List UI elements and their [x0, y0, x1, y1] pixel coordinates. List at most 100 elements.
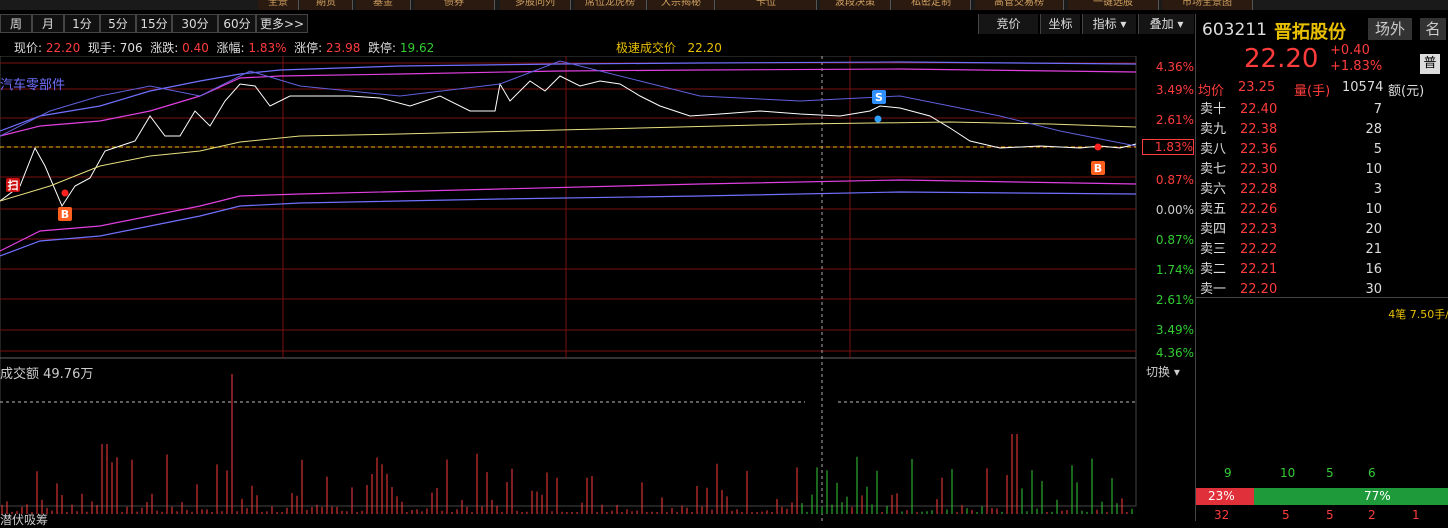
volume-hand-label: 量(手)	[1294, 84, 1331, 99]
ask-level: 卖二	[1200, 262, 1227, 277]
percent-tick: 0.87%	[1155, 233, 1194, 247]
ask-row[interactable]: 卖五 22.26 10	[1198, 200, 1448, 220]
chart-grid	[0, 56, 1137, 521]
flow-number: 9	[1224, 466, 1232, 480]
toolbar-item[interactable]: 席位龙虎榜	[574, 0, 647, 10]
flow-number: 6	[1368, 466, 1376, 480]
quote-panel: 603211 晋拓股份 场外 名 22.20 +0.40 +1.83% 普 均价…	[1195, 14, 1448, 522]
chart-tool-tab[interactable]: 竞价	[978, 14, 1038, 34]
top-toolbar: 全景 期货 基金 债券 多股同列 席位龙虎榜 大宗揭秘 卡位 波段决策 私密定制 高管交易榜 一键选股…	[0, 0, 1448, 10]
otc-tag[interactable]: 场外	[1368, 18, 1412, 40]
switch-button-top[interactable]: 切换 ▾	[1146, 363, 1180, 380]
marker-text: B	[1094, 162, 1102, 175]
toolbar-item[interactable]: 波段决策	[820, 0, 891, 10]
ask-row[interactable]: 卖八 22.36 5	[1198, 140, 1448, 160]
ask-volume: 7	[1373, 102, 1382, 117]
bottom-number: 1	[1412, 508, 1420, 522]
toolbar-item[interactable]: 基金	[356, 0, 411, 10]
toolbar-item[interactable]: 大宗揭秘	[648, 0, 715, 10]
toolbar-item[interactable]: 期货	[300, 0, 353, 10]
ask-price: 22.30	[1240, 162, 1278, 177]
toolbar-item[interactable]: 全景	[258, 0, 299, 10]
marker-buy: B	[58, 207, 72, 221]
period-tab[interactable]: 更多>>	[256, 14, 308, 33]
ask-row[interactable]: 卖九 22.38 28	[1198, 120, 1448, 140]
percent-tick: 0.87%	[1155, 173, 1194, 187]
normal-badge: 普	[1420, 54, 1440, 74]
percent-tick: 2.61%	[1155, 293, 1194, 307]
toolbar-item[interactable]: 债券	[414, 0, 495, 10]
percent-tick: 1.83%	[1142, 139, 1194, 155]
period-tab[interactable]: 60分	[218, 14, 256, 33]
ask-price: 22.21	[1240, 262, 1278, 277]
period-tab[interactable]: 月	[32, 14, 64, 33]
pct-label: 涨幅:	[216, 41, 245, 55]
ask-row[interactable]: 卖六 22.28 3	[1198, 180, 1448, 200]
volume-hand-value: 10574	[1342, 80, 1384, 95]
marker-sweep: 扫	[6, 178, 20, 192]
period-tab[interactable]: 1分	[64, 14, 100, 33]
marker-sell: S	[872, 90, 886, 104]
toolbar-item[interactable]: 私密定制	[892, 0, 971, 10]
limit-down-value: 19.62	[399, 41, 435, 55]
period-tab[interactable]: 15分	[136, 14, 172, 33]
toolbar-item[interactable]: 卡位	[716, 0, 817, 10]
percent-tick: 4.36%	[1155, 60, 1194, 74]
period-tab[interactable]: 30分	[172, 14, 218, 33]
limit-up-label: 涨停:	[294, 41, 323, 55]
lower-band-2	[0, 191, 1137, 257]
bottom-indicator-label[interactable]: 潜伏吸筹	[0, 511, 48, 528]
chart-tool-tab[interactable]: 指标 ▾	[1082, 14, 1136, 34]
ask-level: 卖八	[1200, 142, 1227, 157]
intraday-chart[interactable]: 扫 B B S	[0, 56, 1195, 521]
bottom-number: 5	[1326, 508, 1334, 522]
ask-volume: 10	[1365, 162, 1382, 177]
marker-text: S	[875, 91, 883, 104]
ask-price: 22.28	[1240, 182, 1278, 197]
toolbar-item[interactable]: 一键选股	[1068, 0, 1159, 10]
ask-volume: 20	[1365, 222, 1382, 237]
ask-price: 22.22	[1240, 242, 1278, 257]
ask-volume: 10	[1365, 202, 1382, 217]
percent-tick: 0.00%	[1155, 203, 1194, 217]
limit-up-value: 23.98	[326, 41, 361, 55]
ask-row[interactable]: 卖四 22.23 20	[1198, 220, 1448, 240]
ratio-left-label: 23%	[1208, 489, 1235, 503]
stock-code: 603211	[1202, 20, 1267, 40]
ask-row[interactable]: 卖二 22.21 16	[1198, 260, 1448, 280]
ask-level: 卖三	[1200, 242, 1227, 257]
chart-tool-tab[interactable]: 坐标	[1040, 14, 1080, 34]
chart-tool-tab[interactable]: 叠加 ▾	[1138, 14, 1194, 34]
percent-tick: 2.61%	[1155, 113, 1194, 127]
percent-tick: 3.49%	[1155, 83, 1194, 97]
toolbar-item[interactable]: 市场全景图	[1162, 0, 1253, 10]
current-price: 22.20	[1244, 44, 1319, 74]
price-pct: +1.83%	[1330, 59, 1383, 74]
ask-volume: 3	[1373, 182, 1382, 197]
ask-level: 卖七	[1200, 162, 1227, 177]
period-tab[interactable]: 5分	[100, 14, 136, 33]
ask-price: 22.36	[1240, 142, 1278, 157]
price-change: +0.40	[1330, 43, 1370, 58]
trade-note: 4笔 7.50手/	[1388, 308, 1448, 321]
toolbar-item[interactable]: 高管交易榜	[975, 0, 1064, 10]
bottom-number: 32	[1214, 508, 1230, 522]
chart-markers: 扫 B B S	[6, 90, 1105, 221]
ask-row[interactable]: 卖三 22.22 21	[1198, 240, 1448, 260]
ask-row[interactable]: 卖七 22.30 10	[1198, 160, 1448, 180]
chart-frame	[0, 56, 1137, 507]
percent-tick: 3.49%	[1155, 323, 1194, 337]
ask-row[interactable]: 卖十 22.40 7	[1198, 100, 1448, 120]
avg-label: 均价	[1198, 84, 1225, 99]
period-tab[interactable]: 周	[0, 14, 32, 33]
toolbar-item[interactable]: 多股同列	[500, 0, 571, 10]
ask-volume: 5	[1373, 142, 1382, 157]
name-tag[interactable]: 名	[1420, 18, 1446, 40]
fast-price-text: 极速成交价	[616, 41, 677, 55]
buy-dot	[61, 189, 69, 197]
marker-text: B	[61, 208, 69, 221]
ask-level: 卖四	[1200, 222, 1227, 237]
buy-dot	[1094, 143, 1102, 151]
ratio-bar: 23% 77%	[1196, 488, 1448, 505]
pct-value: 1.83%	[248, 41, 287, 55]
